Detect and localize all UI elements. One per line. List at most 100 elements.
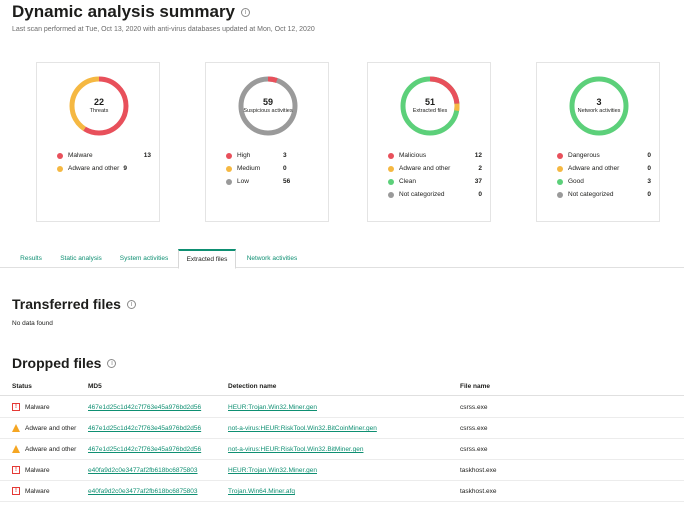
extracted-label: Extracted files <box>412 108 448 115</box>
table-row: Adware and other 467e1d25c1d42c7f763e45a… <box>0 439 684 460</box>
table-row: Adware and other 467e1d25c1d42c7f763e45a… <box>0 418 684 439</box>
legend-name: Dangerous <box>568 152 600 159</box>
legend-row: Adware and other 2 <box>388 162 482 175</box>
legend-value: 13 <box>143 152 151 159</box>
tab-network-activities[interactable]: Network activities <box>238 249 306 268</box>
status-text: Malware <box>25 487 50 495</box>
high-dot-icon <box>226 152 232 159</box>
network-label: Network activities <box>577 108 621 115</box>
legend-row: Adware and other 9 <box>57 162 151 175</box>
legend-name: Adware and other <box>68 165 120 172</box>
tab-system-activities[interactable]: System activities <box>112 249 176 268</box>
md5-link[interactable]: 467e1d25c1d42c7f763e45a976bd2d56 <box>88 425 201 432</box>
transferred-files-title: Transferred files <box>12 296 121 312</box>
legend-name: Malicious <box>399 152 427 159</box>
legend-value: 2 <box>478 165 482 172</box>
column-header-file[interactable]: File name <box>460 383 490 390</box>
legend-row: Adware and other 0 <box>557 162 651 175</box>
legend-row: Malicious 12 <box>388 149 482 162</box>
legend-name: Not categorized <box>399 191 445 198</box>
transferred-files-heading: Transferred files i <box>12 296 136 312</box>
legend-row: Dangerous 0 <box>557 149 651 162</box>
legend-value: 9 <box>123 165 127 172</box>
extracted-count: 51 <box>424 97 435 108</box>
detection-link[interactable]: not-a-virus:HEUR:RiskTool.Win32.BitMiner… <box>228 446 363 453</box>
legend-name: Clean <box>399 178 416 185</box>
network-center: 3 Network activities <box>568 75 630 137</box>
detection-link[interactable]: HEUR:Trojan.Win32.Miner.gen <box>228 467 317 474</box>
status-cell: ! Malware <box>12 466 50 474</box>
dangerous-dot-icon <box>557 152 563 159</box>
threats-legend: Malware 13 Adware and other 9 <box>57 149 151 175</box>
adware-dot-icon <box>557 165 563 172</box>
tab-bar: Results Static analysis System activitie… <box>0 249 684 269</box>
network-card: 3 Network activities Dangerous 0 Adware a… <box>536 62 660 222</box>
suspicious-legend: High 3 Medium 0 Low 56 <box>226 149 320 188</box>
adware-dot-icon <box>388 165 394 172</box>
md5-link[interactable]: e40fa9d2c0e3477af2fb618bc6875803 <box>88 488 198 495</box>
network-legend: Dangerous 0 Adware and other 0 Good 3 Not c… <box>557 149 651 201</box>
status-text: Adware and other <box>25 445 77 453</box>
legend-row: Low 56 <box>226 175 320 188</box>
detection-link[interactable]: Trojan.Win64.Miner.afq <box>228 488 295 495</box>
legend-row: Clean 37 <box>388 175 482 188</box>
md5-link[interactable]: e40fa9d2c0e3477af2fb618bc6875803 <box>88 467 198 474</box>
status-cell: Adware and other <box>12 424 76 432</box>
extracted-center: 51 Extracted files <box>399 75 461 137</box>
legend-row: Malware 13 <box>57 149 151 162</box>
network-count: 3 <box>596 97 602 108</box>
warning-icon <box>12 424 20 432</box>
legend-row: High 3 <box>226 149 320 162</box>
legend-name: Low <box>237 178 249 185</box>
adware-dot-icon <box>57 165 63 172</box>
no-data-text: No data found <box>12 320 53 327</box>
table-row: ! Malware 467e1d25c1d42c7f763e45a976bd2d5… <box>0 397 684 418</box>
malware-icon: ! <box>12 487 20 495</box>
md5-link[interactable]: 467e1d25c1d42c7f763e45a976bd2d56 <box>88 446 201 453</box>
table-row: ! Malware e40fa9d2c0e3477af2fb618bc687580… <box>0 460 684 481</box>
legend-name: Adware and other <box>399 165 451 172</box>
tab-extracted-files[interactable]: Extracted files <box>178 249 236 269</box>
extracted-legend: Malicious 12 Adware and other 2 Clean 37 No… <box>388 149 482 201</box>
legend-row: Not categorized 0 <box>557 188 651 201</box>
file-name: csrss.exe <box>460 446 488 453</box>
legend-row: Not categorized 0 <box>388 188 482 201</box>
legend-name: Not categorized <box>568 191 614 198</box>
legend-value: 0 <box>647 152 651 159</box>
malware-dot-icon <box>57 152 63 159</box>
legend-value: 0 <box>647 191 651 198</box>
info-icon[interactable]: i <box>241 7 251 17</box>
column-header-detection[interactable]: Detection name <box>228 383 276 390</box>
legend-name: Malware <box>68 152 93 159</box>
status-cell: ! Malware <box>12 487 50 495</box>
info-icon[interactable]: i <box>107 358 117 368</box>
scan-subtitle: Last scan performed at Tue, Oct 13, 2020… <box>12 26 315 33</box>
md5-link[interactable]: 467e1d25c1d42c7f763e45a976bd2d56 <box>88 404 201 411</box>
status-cell: Adware and other <box>12 445 76 453</box>
legend-name: Medium <box>237 165 261 172</box>
suspicious-card: 59 Suspicious activities High 3 Medium 0 L… <box>205 62 329 222</box>
status-text: Malware <box>25 466 50 474</box>
legend-row: Medium 0 <box>226 162 320 175</box>
column-header-md5[interactable]: MD5 <box>88 383 102 390</box>
column-header-status[interactable]: Status <box>12 383 32 390</box>
legend-name: Adware and other <box>568 165 620 172</box>
tab-results[interactable]: Results <box>12 249 50 268</box>
status-text: Malware <box>25 403 50 411</box>
medium-dot-icon <box>226 165 232 172</box>
file-name: taskhost.exe <box>460 467 497 474</box>
file-name: taskhost.exe <box>460 488 497 495</box>
info-icon[interactable]: i <box>126 299 136 309</box>
suspicious-count: 59 <box>262 97 273 108</box>
low-dot-icon <box>226 178 232 185</box>
legend-name: High <box>237 152 251 159</box>
detection-link[interactable]: HEUR:Trojan.Win32.Miner.gen <box>228 404 317 411</box>
tab-static-analysis[interactable]: Static analysis <box>54 249 108 268</box>
legend-value: 0 <box>647 165 651 172</box>
clean-dot-icon <box>388 178 394 185</box>
detection-link[interactable]: not-a-virus:HEUR:RiskTool.Win32.BitCoinM… <box>228 425 377 432</box>
legend-value: 0 <box>283 165 287 172</box>
legend-value: 12 <box>474 152 482 159</box>
legend-value: 0 <box>478 191 482 198</box>
not-categorized-dot-icon <box>557 191 563 198</box>
